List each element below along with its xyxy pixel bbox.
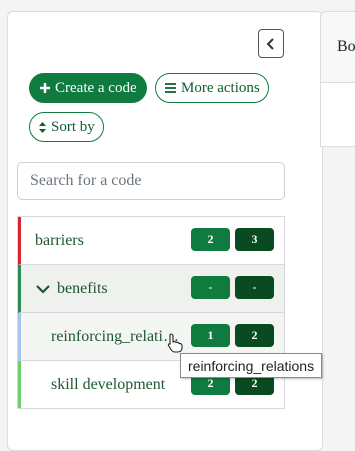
code-row-barriers[interactable]: barriers 2 3 [18,217,284,265]
code-label: barriers [35,231,84,249]
code-counts: 2 3 [191,228,274,251]
create-code-button[interactable]: Create a code [29,73,147,103]
count-badge-a: 2 [191,228,230,251]
more-actions-label: More actions [181,79,260,96]
create-code-label: Create a code [55,79,137,96]
count-badge-b: 3 [235,228,274,251]
right-panel-body [320,83,355,147]
code-label: reinforcing_relati… [51,327,179,345]
code-row-benefits[interactable]: benefits - - [18,265,284,313]
code-search-input[interactable] [17,162,285,200]
more-actions-button[interactable]: More actions [155,73,269,103]
code-counts: - - [191,276,274,299]
code-name-tooltip: reinforcing_relations [180,353,323,378]
sort-icon [39,121,46,133]
count-badge-b: 2 [235,324,274,347]
list-icon [165,83,176,93]
chevron-down-icon[interactable] [35,283,51,295]
collapse-panel-button[interactable] [258,29,284,58]
sort-by-label: Sort by [51,118,95,135]
sort-by-button[interactable]: Sort by [29,112,104,142]
right-panel-header: Bo [320,11,355,83]
code-label: skill development [51,375,166,393]
plus-icon [40,83,50,93]
count-badge-b: - [235,276,274,299]
count-badge-a: 1 [191,324,230,347]
code-label: benefits [57,279,108,297]
pointer-cursor-icon [167,333,183,353]
right-panel-title: Bo [337,38,355,55]
chevron-left-icon [266,37,274,50]
count-badge-a: - [191,276,230,299]
code-counts: 1 2 [191,324,274,347]
code-list: barriers 2 3 benefits - - reinforcing_re… [17,216,285,409]
